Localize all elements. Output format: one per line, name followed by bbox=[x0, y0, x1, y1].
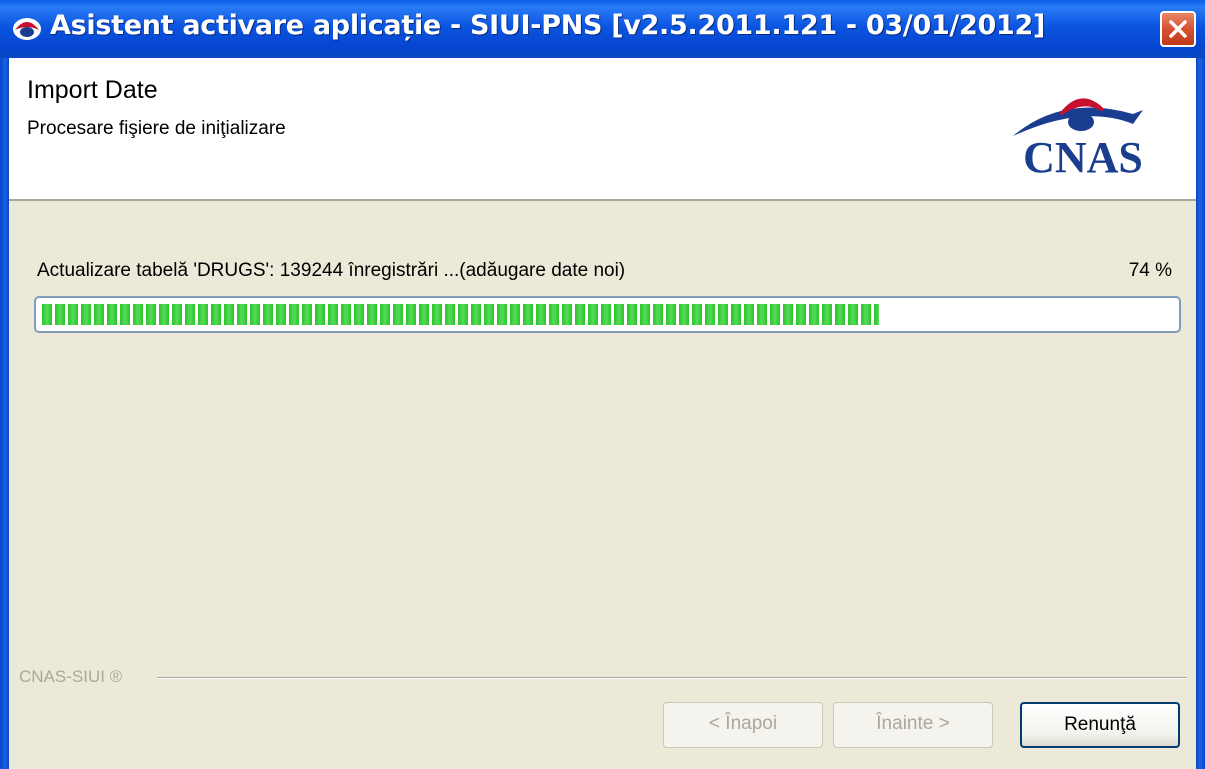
footer-divider bbox=[157, 677, 1187, 679]
page-title: Import Date bbox=[27, 76, 158, 104]
progress-status-text: Actualizare tabelă 'DRUGS': 139244 înreg… bbox=[37, 260, 626, 281]
window-border-left bbox=[0, 58, 9, 769]
close-button[interactable] bbox=[1160, 11, 1196, 47]
progress-fill bbox=[42, 304, 879, 325]
close-icon bbox=[1169, 20, 1187, 38]
next-button[interactable]: Înainte > bbox=[833, 702, 993, 748]
page-subtitle: Procesare fişiere de iniţializare bbox=[27, 118, 286, 139]
back-button[interactable]: < Înapoi bbox=[663, 702, 823, 748]
wizard-window: Asistent activare aplicație - SIUI-PNS [… bbox=[0, 0, 1205, 769]
cnas-logo: CNAS bbox=[1013, 98, 1143, 180]
cnas-eye-icon bbox=[13, 18, 41, 40]
footer-brand: CNAS-SIUI ® bbox=[19, 667, 123, 686]
window-border-right bbox=[1196, 58, 1205, 769]
cancel-button[interactable]: Renunţă bbox=[1020, 702, 1180, 748]
wizard-content: Actualizare tabelă 'DRUGS': 139244 înreg… bbox=[9, 200, 1196, 769]
window-title: Asistent activare aplicație - SIUI-PNS [… bbox=[50, 10, 1045, 41]
progress-percent: 74 % bbox=[1128, 260, 1172, 281]
title-bar[interactable]: Asistent activare aplicație - SIUI-PNS [… bbox=[0, 0, 1205, 58]
progress-bar bbox=[34, 296, 1181, 333]
wizard-header: Import Date Procesare fişiere de iniţial… bbox=[9, 58, 1196, 201]
logo-text: CNAS bbox=[1023, 133, 1143, 180]
